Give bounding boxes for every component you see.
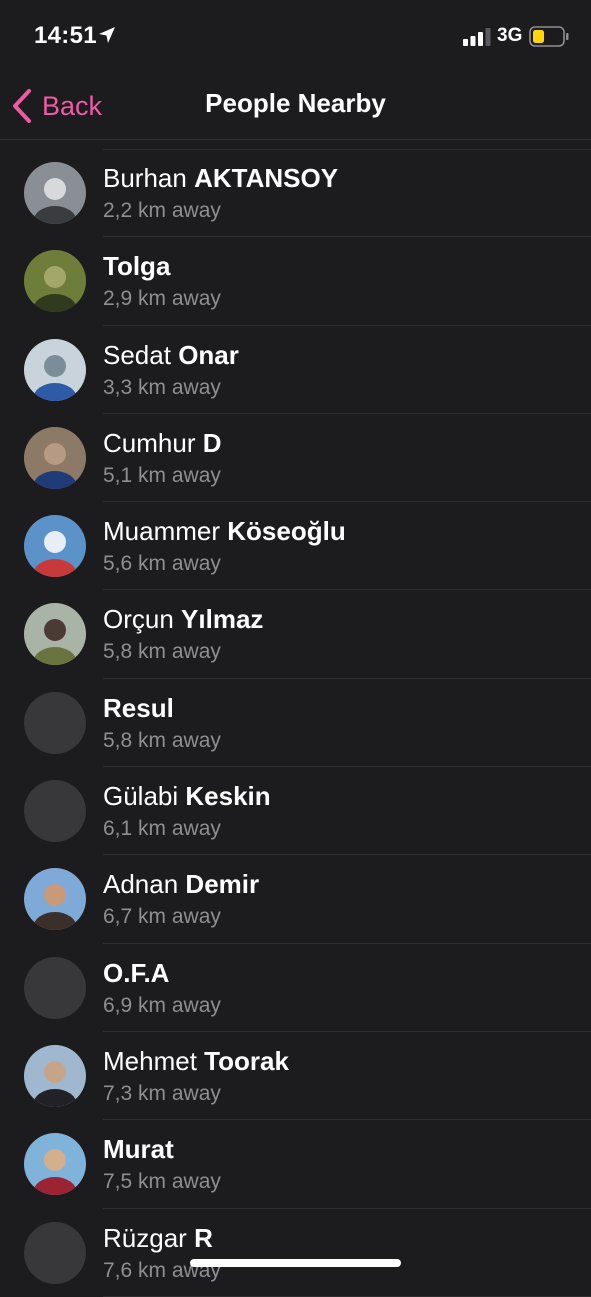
distance-label: 3,3 km away xyxy=(103,375,221,399)
avatar-photo xyxy=(24,603,86,666)
avatar-photo xyxy=(24,338,86,401)
distance-label: 5,1 km away xyxy=(103,463,221,487)
avatar-placeholder xyxy=(24,780,86,843)
avatar xyxy=(24,162,86,224)
distance-label: 2,2 km away xyxy=(103,199,221,222)
first-name: Murat xyxy=(103,1134,174,1165)
first-name: Orçun xyxy=(103,604,174,635)
last-name: Keskin xyxy=(185,781,271,812)
signal-bars-icon xyxy=(463,28,491,46)
person-name: Gülabi Keskin xyxy=(103,781,271,812)
last-name: Yılmaz xyxy=(181,604,264,635)
last-name: Demir xyxy=(185,869,260,900)
person-name: Sedat Onar xyxy=(103,340,239,371)
person-name: Orçun Yılmaz xyxy=(103,604,263,635)
navigation-bar: Back People Nearby xyxy=(0,76,591,140)
avatar-photo xyxy=(24,162,86,224)
avatar xyxy=(24,603,86,666)
page-title: People Nearby xyxy=(205,88,386,118)
last-name: Toorak xyxy=(204,1045,289,1076)
person-name: Resul xyxy=(103,693,174,724)
list-item[interactable]: Resul 5,8 km away xyxy=(0,679,591,768)
first-name: Tolga xyxy=(103,251,171,282)
first-name: Cumhur xyxy=(103,427,196,458)
avatar xyxy=(24,868,86,931)
first-name: Mehmet xyxy=(103,1045,197,1076)
last-name: D xyxy=(202,427,222,458)
avatar-photo xyxy=(24,250,86,313)
person-name: Rüzgar R xyxy=(103,1223,213,1254)
list-item[interactable]: Rüzgar R 7,6 km away xyxy=(0,1209,591,1297)
first-name: Burhan xyxy=(103,163,187,193)
distance-label: 6,1 km away xyxy=(103,817,221,841)
person-name: Murat xyxy=(103,1134,174,1165)
avatar xyxy=(24,1044,86,1107)
distance-label: 2,9 km away xyxy=(103,287,221,311)
distance-label: 7,5 km away xyxy=(103,1170,221,1194)
battery-icon xyxy=(529,26,569,47)
list-item[interactable]: Murat 7,5 km away xyxy=(0,1120,591,1209)
list-item[interactable]: Cumhur D 5,1 km away xyxy=(0,414,591,503)
list-item[interactable]: O.F.A 6,9 km away xyxy=(0,944,591,1032)
first-name: Adnan xyxy=(103,869,179,900)
location-arrow-icon xyxy=(99,27,115,43)
status-bar: 14:51 3G xyxy=(0,0,591,76)
list-item[interactable]: Adnan Demir 6,7 km away xyxy=(0,855,591,944)
person-name: Burhan AKTANSOY xyxy=(103,163,338,194)
first-name: Sedat xyxy=(103,339,171,370)
person-name: O.F.A xyxy=(103,958,169,989)
network-type-label: 3G xyxy=(497,25,523,46)
avatar xyxy=(24,338,86,401)
first-name: Rüzgar xyxy=(103,1222,187,1253)
list-item[interactable]: Sedat Onar 3,3 km away xyxy=(0,326,591,414)
distance-label: 5,6 km away xyxy=(103,552,221,576)
avatar xyxy=(24,1133,86,1196)
distance-label: 5,8 km away xyxy=(103,640,221,664)
distance-label: 6,7 km away xyxy=(103,905,221,929)
list-item[interactable]: Gülabi Keskin 6,1 km away xyxy=(0,767,591,856)
avatar-placeholder xyxy=(24,1221,86,1284)
avatar-photo xyxy=(24,868,86,931)
distance-label: 7,3 km away xyxy=(103,1081,221,1105)
list-item[interactable]: Mehmet Toorak 7,3 km away xyxy=(0,1032,591,1121)
people-list: Burhan AKTANSOY 2,2 km away Tolga 2,9 km aw… xyxy=(0,149,591,1297)
avatar-placeholder xyxy=(24,956,86,1019)
avatar xyxy=(24,426,86,489)
avatar-photo xyxy=(24,1133,86,1196)
distance-label: 6,9 km away xyxy=(103,993,221,1017)
person-name: Muammer Köseoğlu xyxy=(103,516,346,547)
avatar-placeholder xyxy=(24,691,86,754)
list-item[interactable]: Burhan AKTANSOY 2,2 km away xyxy=(0,149,591,238)
list-item[interactable]: Orçun Yılmaz 5,8 km away xyxy=(0,590,591,679)
last-name: AKTANSOY xyxy=(194,163,339,193)
first-name: O.F.A xyxy=(103,957,170,988)
person-name: Cumhur D xyxy=(103,428,222,459)
person-name: Tolga xyxy=(103,251,170,282)
person-name: Mehmet Toorak xyxy=(103,1046,289,1077)
first-name: Muammer xyxy=(103,516,221,547)
avatar-photo xyxy=(24,515,86,578)
first-name: Gülabi xyxy=(103,781,179,812)
last-name: R xyxy=(194,1222,213,1253)
first-name: Resul xyxy=(103,692,174,723)
distance-label: 5,8 km away xyxy=(103,728,221,752)
avatar-photo xyxy=(24,426,86,489)
list-item[interactable]: Muammer Köseoğlu 5,6 km away xyxy=(0,502,591,591)
avatar xyxy=(24,515,86,578)
status-time: 14:51 xyxy=(34,22,97,49)
last-name: Köseoğlu xyxy=(227,516,346,547)
avatar-photo xyxy=(24,1044,86,1107)
last-name: Onar xyxy=(178,339,239,370)
avatar xyxy=(24,250,86,313)
person-name: Adnan Demir xyxy=(103,869,259,900)
home-indicator[interactable] xyxy=(190,1259,401,1267)
list-item[interactable]: Tolga 2,9 km away xyxy=(0,237,591,326)
